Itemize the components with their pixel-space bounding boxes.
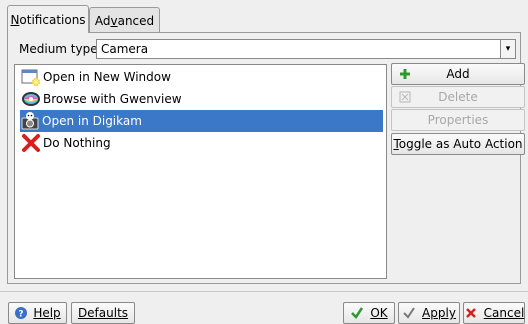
apply-check-icon <box>403 307 415 319</box>
toggle-auto-action-button[interactable]: Toggle as Auto Action <box>391 133 525 155</box>
defaults-button-label: Defaults <box>77 306 129 320</box>
list-item[interactable]: Open in New Window <box>21 66 383 88</box>
check-icon <box>351 307 364 319</box>
toggle-auto-action-label: Toggle as Auto Action <box>393 137 523 151</box>
tab-advanced[interactable]: Advanced <box>89 7 160 33</box>
help-button-label: Help <box>33 306 61 320</box>
new-window-icon <box>21 69 40 86</box>
list-item-label: Open in New Window <box>43 70 171 84</box>
list-item[interactable]: Browse with Gwenview <box>21 88 383 110</box>
cancel-button[interactable]: Cancel <box>463 302 525 324</box>
properties-button[interactable]: Properties <box>391 109 525 131</box>
medium-types-value: Camera <box>101 42 149 56</box>
add-button[interactable]: Add <box>391 63 525 85</box>
tab-notifications-label: Notifications <box>10 12 86 27</box>
ok-button-label: OK <box>370 306 388 320</box>
chevron-down-icon[interactable]: ▾ <box>500 40 515 58</box>
list-item-label: Do Nothing <box>43 136 111 150</box>
delete-button-label: Delete <box>438 90 478 104</box>
cancel-icon <box>465 308 476 318</box>
ok-button[interactable]: OK <box>343 302 395 324</box>
footer-divider <box>0 291 528 292</box>
cancel-button-label: Cancel <box>483 306 525 320</box>
help-button[interactable]: ? Help <box>8 302 67 324</box>
tab-advanced-label: Advanced <box>94 13 155 28</box>
digikam-icon <box>21 112 39 130</box>
tab-notifications[interactable]: Notifications <box>7 5 89 33</box>
action-list[interactable]: Open in New Window Browse with Gwenview … <box>14 64 387 279</box>
list-item-label: Browse with Gwenview <box>43 92 182 106</box>
gwenview-icon <box>22 92 40 106</box>
list-item[interactable]: Open in Digikam <box>20 110 383 132</box>
add-button-label: Add <box>446 67 470 81</box>
delete-button[interactable]: Delete <box>391 86 525 108</box>
medium-types-label: Medium types: <box>19 42 108 56</box>
list-item[interactable]: Do Nothing <box>21 132 383 154</box>
defaults-button[interactable]: Defaults <box>71 302 135 324</box>
delete-icon <box>399 91 411 103</box>
medium-types-combo[interactable]: Camera ▾ <box>96 39 516 59</box>
apply-button[interactable]: Apply <box>398 302 460 324</box>
red-x-icon <box>22 134 40 152</box>
list-item-label: Open in Digikam <box>42 114 142 128</box>
apply-button-label: Apply <box>422 306 456 320</box>
help-icon: ? <box>15 307 28 320</box>
plus-icon <box>400 69 410 79</box>
svg-text:?: ? <box>19 310 24 320</box>
properties-button-label: Properties <box>427 113 489 127</box>
